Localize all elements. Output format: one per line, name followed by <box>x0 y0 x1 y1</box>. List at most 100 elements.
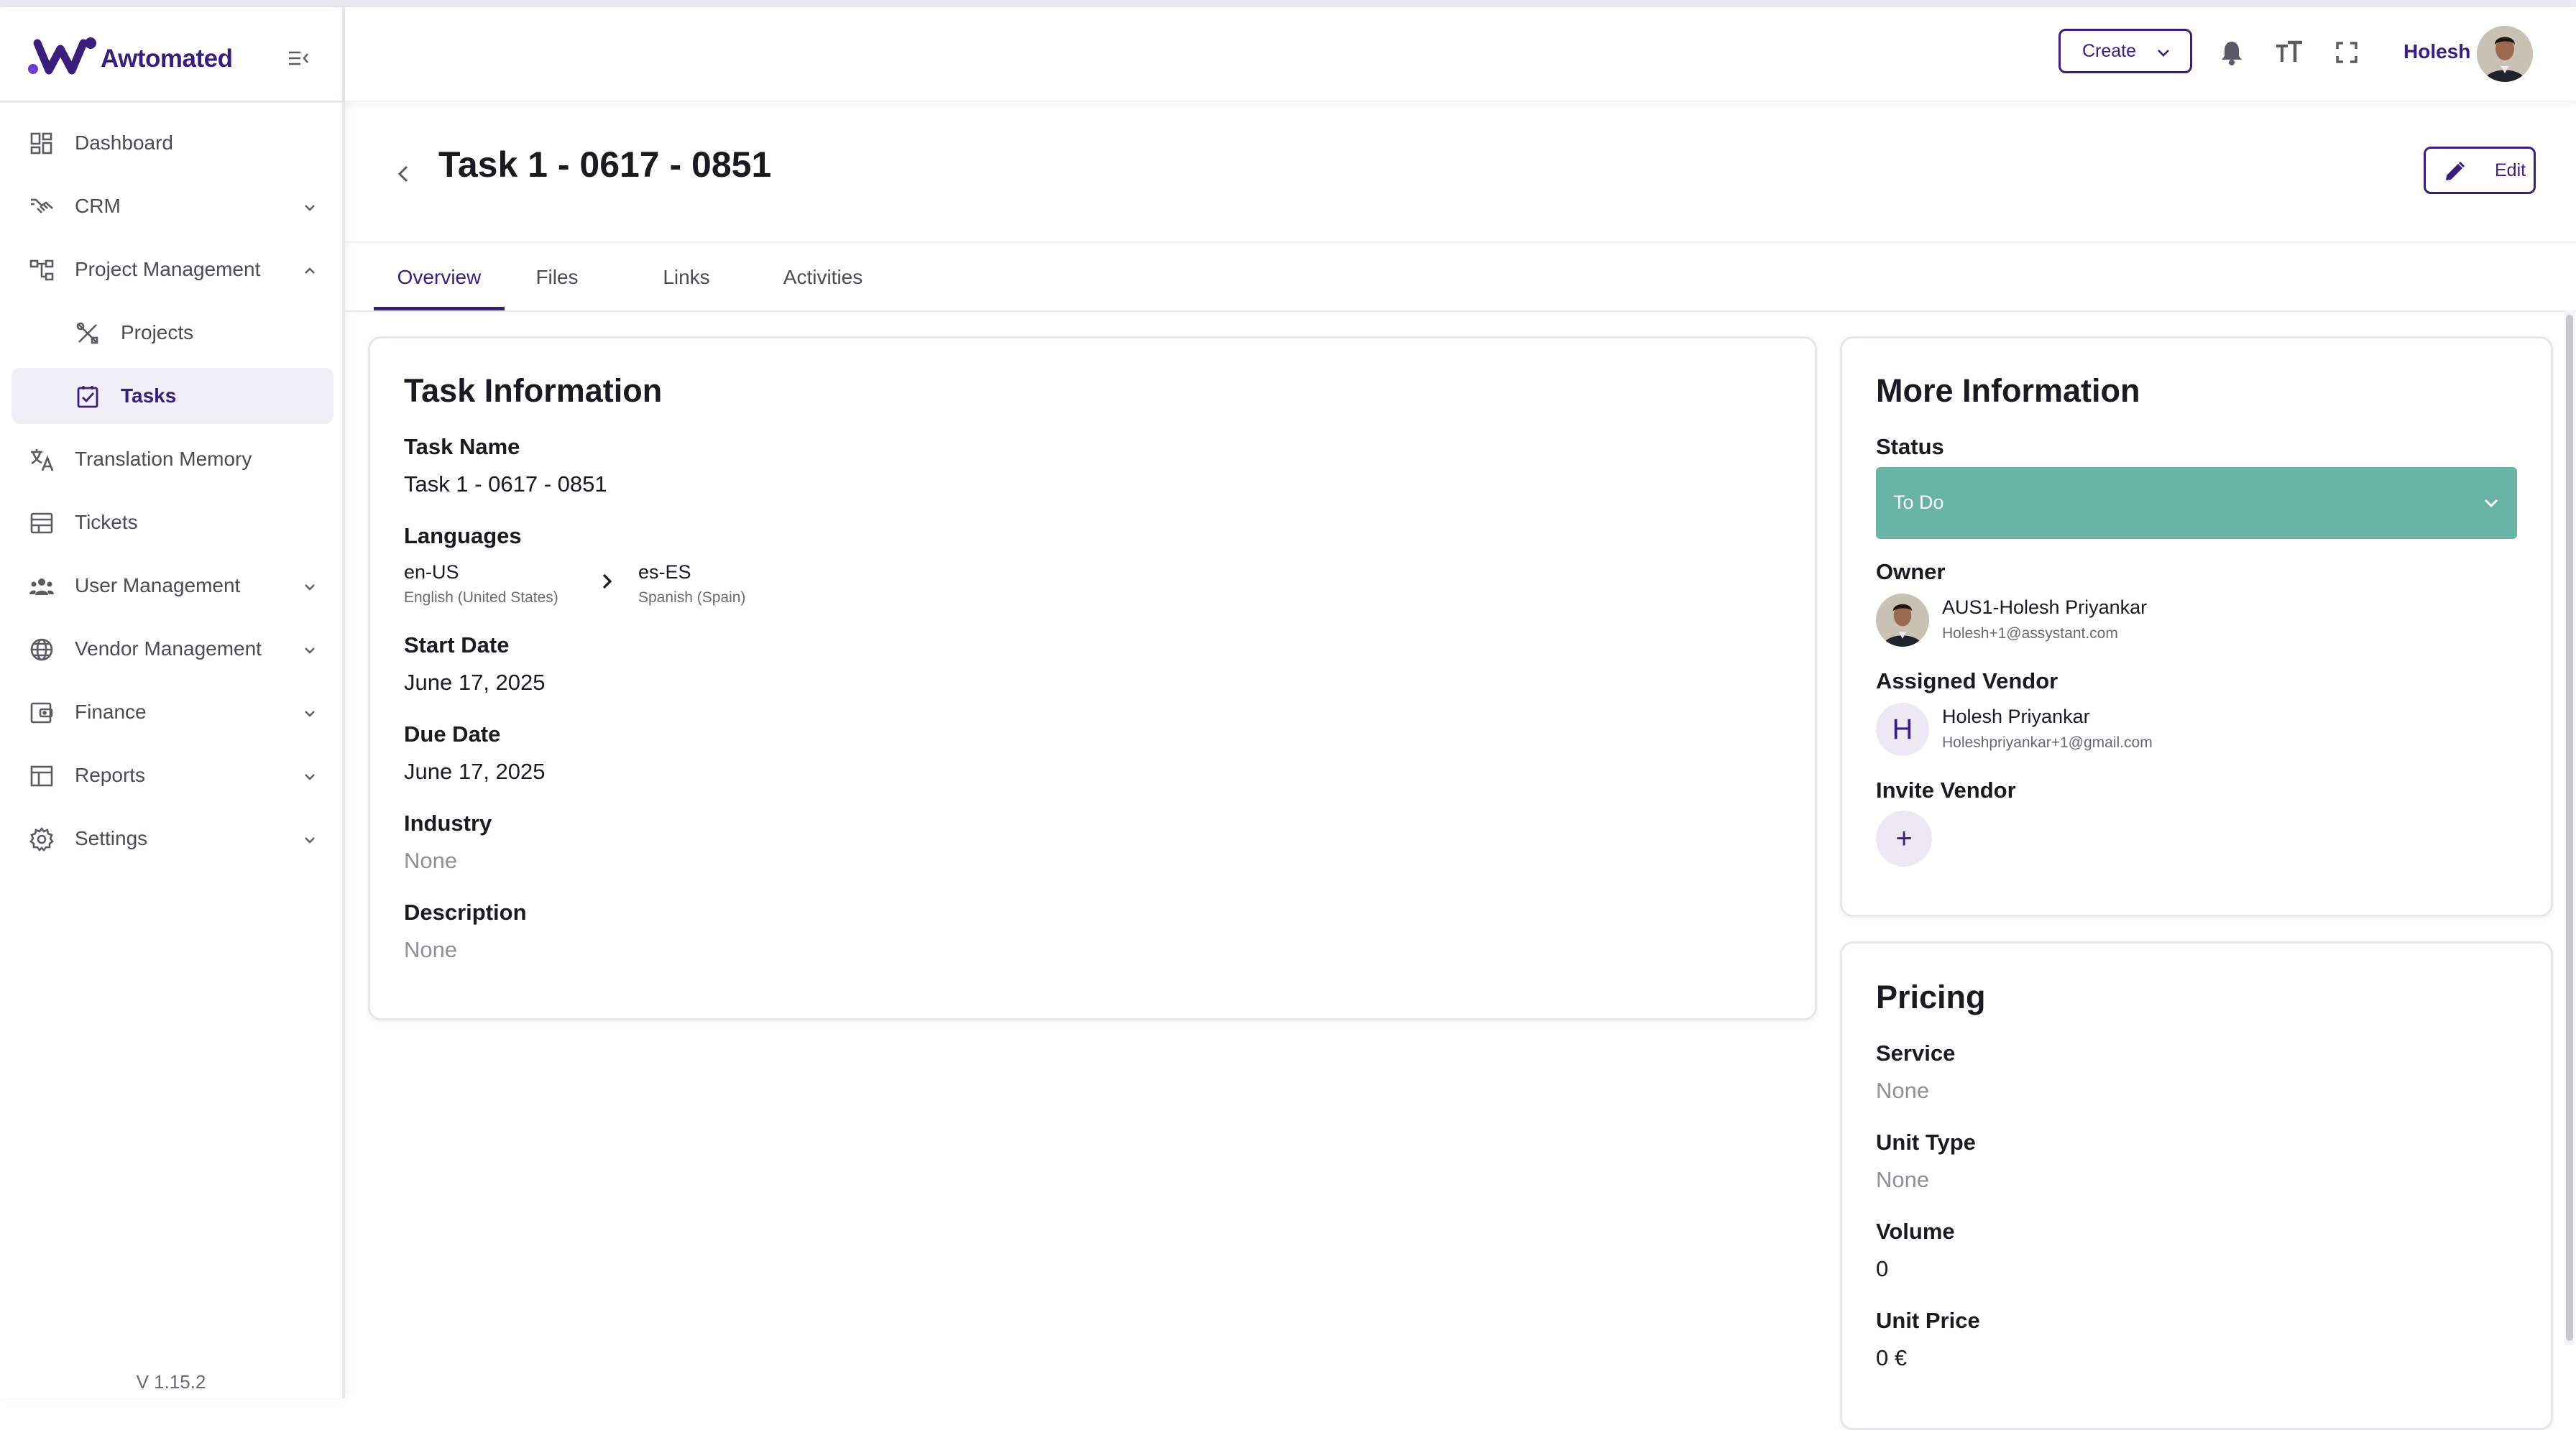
top-header: Create Holesh <box>345 7 2576 101</box>
sidebar-item-project-management[interactable]: Project Management <box>12 241 334 297</box>
volume-value: 0 <box>1876 1256 1889 1281</box>
unit-price-value: 0 € <box>1876 1345 1908 1370</box>
invite-vendor-button[interactable]: + <box>1876 811 1932 867</box>
sidebar-item-label: Finance <box>75 701 147 723</box>
owner-name: AUS1-Holesh Priyankar <box>1942 596 2148 618</box>
divider <box>345 310 2576 312</box>
owner-label: Owner <box>1876 559 1946 584</box>
chevron-down-icon <box>305 584 315 591</box>
brand-name: Awtomated <box>101 45 233 73</box>
sidebar: Awtomated Dashboard CRM Project Manageme… <box>0 7 345 1398</box>
user-name[interactable]: Holesh <box>2404 40 2470 63</box>
languages-label: Languages <box>404 523 522 548</box>
card-title: Pricing <box>1876 979 1986 1015</box>
start-date-value: June 17, 2025 <box>404 670 546 695</box>
sidebar-item-label: Settings <box>75 827 148 849</box>
translate-icon <box>31 449 54 471</box>
handshake-icon <box>31 198 53 213</box>
source-language-name: English (United States) <box>404 589 558 606</box>
edit-button-label: Edit <box>2495 160 2526 180</box>
industry-value: None <box>404 848 458 873</box>
target-language-name: Spanish (Spain) <box>638 589 746 606</box>
avatar[interactable] <box>2477 26 2533 82</box>
chevron-down-icon <box>305 647 315 654</box>
status-dropdown[interactable]: To Do <box>1876 467 2517 539</box>
description-label: Description <box>404 900 527 925</box>
sidebar-item-label: Projects <box>121 321 194 343</box>
awtomated-logo-icon <box>28 37 96 75</box>
scrollbar-thumb[interactable] <box>2566 315 2573 1341</box>
sidebar-item-label: Project Management <box>75 258 261 280</box>
sidebar-item-tickets[interactable]: Tickets <box>12 494 334 550</box>
wallet-icon <box>30 702 53 724</box>
card-title: Task Information <box>404 372 663 409</box>
task-information-card <box>368 336 1817 1020</box>
sidebar-item-crm[interactable]: CRM <box>12 178 334 234</box>
status-value: To Do <box>1893 492 1944 513</box>
due-date-value: June 17, 2025 <box>404 759 546 784</box>
app-version: V 1.15.2 <box>136 1371 206 1393</box>
text-size-icon[interactable] <box>2274 37 2304 68</box>
unit-type-label: Unit Type <box>1876 1130 1976 1155</box>
content-scrollbar[interactable] <box>2564 310 2575 1345</box>
sidebar-item-label: Tickets <box>75 511 138 533</box>
owner-photo-icon <box>1876 594 1929 647</box>
sidebar-item-label: Tasks <box>121 384 177 407</box>
sidebar-item-tasks[interactable]: Tasks <box>12 368 334 424</box>
create-button-label: Create <box>2082 40 2137 61</box>
service-value: None <box>1876 1078 1930 1103</box>
sidebar-item-vendor-management[interactable]: Vendor Management <box>12 621 334 677</box>
sidebar-item-label: Translation Memory <box>75 448 252 470</box>
sidebar-item-settings[interactable]: Settings <box>12 811 334 867</box>
industry-label: Industry <box>404 811 492 836</box>
sidebar-item-dashboard[interactable]: Dashboard <box>12 115 334 171</box>
logo-row: Awtomated <box>0 7 342 103</box>
tools-icon <box>76 322 98 344</box>
sidebar-item-user-management[interactable]: User Management <box>12 558 334 614</box>
sidebar-item-translation-memory[interactable]: Translation Memory <box>12 431 334 487</box>
globe-icon <box>30 638 53 661</box>
start-date-label: Start Date <box>404 632 510 658</box>
card-title: More Information <box>1876 372 2140 409</box>
edit-button[interactable]: Edit <box>2424 147 2536 194</box>
top-strip <box>0 0 2576 7</box>
task-name-value: Task 1 - 0617 - 0851 <box>404 471 607 497</box>
pencil-icon <box>2446 161 2465 180</box>
back-arrow-icon[interactable] <box>390 160 418 188</box>
chevron-down-icon <box>305 711 315 717</box>
tab-files[interactable]: Files <box>518 244 597 310</box>
sidebar-item-reports[interactable]: Reports <box>12 747 334 803</box>
bell-icon[interactable] <box>2217 37 2247 68</box>
volume-label: Volume <box>1876 1219 1955 1244</box>
assigned-vendor-label: Assigned Vendor <box>1876 668 2058 693</box>
tickets-icon <box>30 512 53 534</box>
arrow-right-icon <box>602 573 612 589</box>
owner-avatar <box>1876 594 1929 647</box>
chevron-down-icon <box>2158 50 2169 57</box>
tab-overview[interactable]: Overview <box>374 244 505 310</box>
status-label: Status <box>1876 434 1944 459</box>
chevron-down-icon <box>305 774 315 780</box>
unit-price-label: Unit Price <box>1876 1308 1980 1333</box>
fullscreen-icon[interactable] <box>2332 37 2362 68</box>
collapse-sidebar-icon[interactable] <box>286 46 310 70</box>
tab-links[interactable]: Links <box>647 244 726 310</box>
sidebar-item-label: Dashboard <box>75 132 173 154</box>
sidebar-item-finance[interactable]: Finance <box>12 684 334 740</box>
create-button[interactable]: Create <box>2058 29 2192 73</box>
description-value: None <box>404 937 458 962</box>
tab-activities[interactable]: Activities <box>776 244 870 310</box>
sidebar-item-projects[interactable]: Projects <box>12 305 334 361</box>
chevron-up-icon <box>305 267 315 274</box>
owner-email: Holesh+1@assystant.com <box>1942 625 2118 642</box>
sidebar-item-label: Reports <box>75 764 146 786</box>
user-photo-icon <box>2477 26 2533 82</box>
dashboard-icon <box>30 132 52 154</box>
target-language-code: es-ES <box>638 561 691 583</box>
source-language-code: en-US <box>404 561 459 583</box>
vendor-email: Holeshpriyankar+1@gmail.com <box>1942 734 2153 751</box>
vendor-name: Holesh Priyankar <box>1942 706 2090 727</box>
chevron-down-icon <box>2484 499 2498 508</box>
chevron-down-icon <box>305 837 315 844</box>
checkbox-icon <box>77 386 98 408</box>
